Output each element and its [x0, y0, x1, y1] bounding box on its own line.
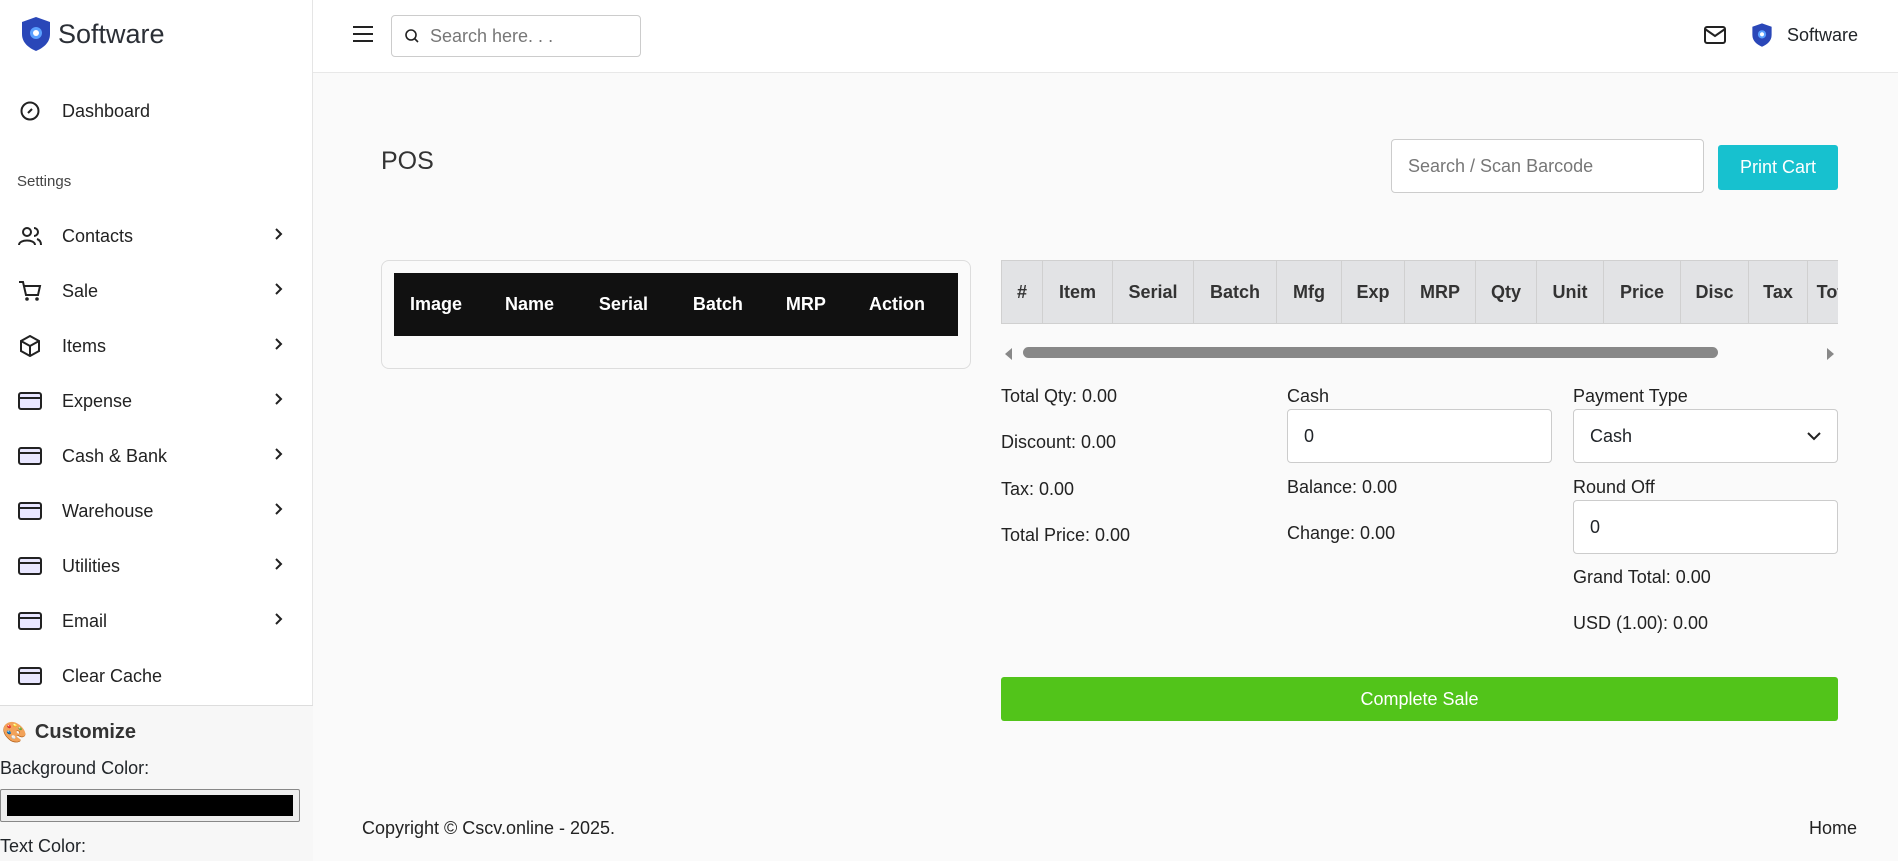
dashboard-icon	[16, 99, 44, 123]
chevron-right-icon	[270, 227, 286, 246]
top-header: Search here. . . Software	[313, 0, 1898, 73]
card-icon	[16, 609, 44, 633]
usd-total: USD (1.00): 0.00	[1573, 613, 1709, 633]
items-table-header: Image Name Serial Batch MRP Action	[394, 273, 958, 336]
scrollbar-thumb[interactable]	[1023, 347, 1718, 358]
column-header: MRP	[785, 294, 826, 314]
chevron-right-icon	[270, 392, 286, 411]
search-icon	[405, 29, 419, 43]
column-header: #	[1002, 261, 1043, 323]
avatar	[1752, 23, 1772, 47]
column-header: Action	[868, 294, 925, 314]
page-title: POS	[381, 147, 434, 175]
cash-label: Cash	[1287, 386, 1330, 406]
mail-icon[interactable]	[1704, 26, 1726, 44]
user-menu[interactable]: Software	[1751, 22, 1858, 48]
column-header: Price	[1604, 261, 1681, 323]
total-qty: Total Qty: 0.00	[1001, 386, 1118, 406]
scroll-left-icon[interactable]	[1005, 348, 1012, 360]
footer-home-link[interactable]: Home	[1809, 818, 1857, 839]
brand-name: Software	[58, 18, 165, 49]
card-icon	[16, 554, 44, 578]
column-header: Name	[504, 294, 554, 314]
barcode-search-input[interactable]: Search / Scan Barcode	[1391, 139, 1704, 193]
items-card: Image Name Serial Batch MRP Action	[381, 260, 971, 369]
total-price: Total Price: 0.00	[1001, 525, 1131, 545]
tax: Tax: 0.00	[1001, 479, 1075, 499]
column-header: Exp	[1342, 261, 1405, 323]
sidebar-item-dashboard[interactable]: Dashboard	[16, 99, 286, 123]
chevron-down-icon	[1807, 432, 1821, 441]
column-header: Mfg	[1277, 261, 1342, 323]
horizontal-scrollbar[interactable]	[1001, 343, 1838, 363]
customize-title: Customize	[34, 721, 137, 743]
payment-type-label: Payment Type	[1573, 386, 1688, 406]
cart-table: # Item Serial Batch Mfg Exp MRP Qty Unit Price Dis…	[1001, 260, 1838, 324]
brand-logo[interactable]: Software	[20, 16, 165, 52]
grand-total: Grand Total: 0.00	[1573, 567, 1711, 587]
sidebar-item-expense[interactable]: Expense	[16, 389, 286, 413]
card-icon	[16, 499, 44, 523]
column-header: Serial	[598, 294, 648, 314]
bg-color-input[interactable]	[0, 789, 300, 822]
balance: Balance: 0.00	[1287, 477, 1398, 497]
change: Change: 0.00	[1287, 523, 1396, 543]
menu-toggle-icon[interactable]	[353, 26, 373, 42]
column-header: Item	[1043, 261, 1113, 323]
cart-icon	[16, 279, 44, 303]
complete-sale-button[interactable]: Complete Sale	[1001, 677, 1838, 721]
box-icon	[16, 334, 44, 358]
column-header: Tax	[1749, 261, 1808, 323]
column-header: Unit	[1537, 261, 1604, 323]
sidebar-item-items[interactable]: Items	[16, 334, 286, 358]
round-off-label: Round Off	[1573, 477, 1655, 497]
footer-copyright: Copyright © Cscv.online - 2025.	[362, 818, 616, 838]
chevron-right-icon	[270, 557, 286, 576]
section-settings: Settings	[17, 173, 72, 190]
card-icon	[16, 444, 44, 468]
column-header: Total	[1808, 261, 1838, 323]
column-header: MRP	[1405, 261, 1476, 323]
cash-input[interactable]: 0	[1287, 409, 1552, 463]
users-icon	[16, 224, 44, 248]
shield-icon	[22, 17, 50, 51]
sidebar-item-utilities[interactable]: Utilities	[16, 554, 286, 578]
column-header: Serial	[1113, 261, 1194, 323]
sidebar-item-sale[interactable]: Sale	[16, 279, 286, 303]
column-header: Batch	[692, 294, 743, 314]
global-search-input[interactable]: Search here. . .	[391, 15, 641, 57]
payment-type-select[interactable]: Cash	[1573, 409, 1838, 463]
chevron-right-icon	[270, 282, 286, 301]
chevron-right-icon	[270, 502, 286, 521]
chevron-right-icon	[270, 337, 286, 356]
column-header: Qty	[1476, 261, 1537, 323]
column-header: Batch	[1194, 261, 1277, 323]
scroll-right-icon[interactable]	[1827, 348, 1834, 360]
customize-panel: 🎨 Customize Background Color: Text Color…	[0, 705, 313, 861]
text-color-label: Text Color:	[0, 836, 87, 856]
sidebar-item-warehouse[interactable]: Warehouse	[16, 499, 286, 523]
print-cart-button[interactable]: Print Cart	[1718, 145, 1838, 190]
column-header: Disc	[1681, 261, 1749, 323]
sidebar-item-contacts[interactable]: Contacts	[16, 224, 286, 248]
chevron-right-icon	[270, 612, 286, 631]
discount: Discount: 0.00	[1001, 432, 1117, 452]
sidebar: Software Dashboard Settings Contacts Sale…	[0, 0, 313, 861]
sidebar-item-email[interactable]: Email	[16, 609, 286, 633]
card-icon	[16, 664, 44, 688]
sidebar-item-cash-bank[interactable]: Cash & Bank	[16, 444, 286, 468]
sidebar-item-clear-cache[interactable]: Clear Cache	[16, 664, 286, 688]
bg-color-label: Background Color:	[0, 758, 150, 778]
palette-icon: 🎨	[2, 722, 27, 744]
card-icon	[16, 389, 44, 413]
round-off-input[interactable]: 0	[1573, 500, 1838, 554]
chevron-right-icon	[270, 447, 286, 466]
column-header: Image	[410, 294, 463, 314]
